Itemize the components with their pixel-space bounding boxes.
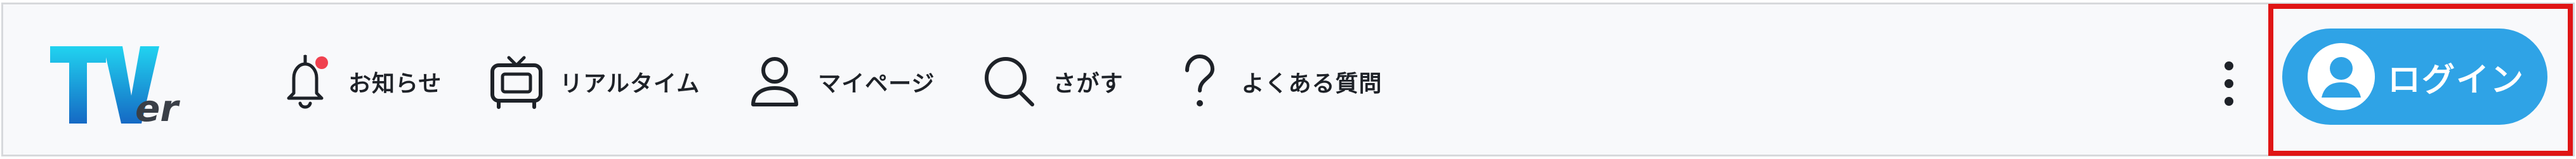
nav-label-faq: よくある質問 bbox=[1241, 71, 1383, 97]
nav-label-realtime: リアルタイム bbox=[560, 71, 700, 97]
main-nav: お知らせ リアルタイム マイページ さがす よくある質問 bbox=[276, 50, 1428, 113]
nav-item-search[interactable]: さがす bbox=[980, 50, 1123, 113]
notification-badge bbox=[315, 56, 328, 69]
tver-logo[interactable]: er bbox=[48, 44, 194, 126]
nav-label-mypage: マイページ bbox=[818, 71, 935, 97]
page: er お知らせ リアルタイム マイページ さがす よくある質問 ログイン bbox=[0, 0, 2576, 159]
bell-icon bbox=[276, 53, 334, 111]
nav-item-notifications[interactable]: お知らせ bbox=[276, 50, 442, 113]
nav-item-mypage[interactable]: マイページ bbox=[746, 50, 935, 113]
question-icon bbox=[1169, 53, 1228, 111]
nav-item-realtime[interactable]: リアルタイム bbox=[487, 50, 700, 113]
svg-text:er: er bbox=[135, 87, 180, 126]
search-icon bbox=[980, 53, 1039, 111]
tv-icon bbox=[487, 53, 546, 111]
login-highlight-box bbox=[2268, 4, 2573, 156]
nav-label-search: さがす bbox=[1053, 71, 1124, 97]
user-icon bbox=[746, 53, 804, 111]
site-header: er お知らせ リアルタイム マイページ さがす よくある質問 bbox=[1, 3, 2575, 156]
nav-item-faq[interactable]: よくある質問 bbox=[1169, 50, 1383, 113]
nav-label-notifications: お知らせ bbox=[348, 71, 442, 97]
more-menu-button[interactable] bbox=[2210, 55, 2248, 112]
more-vertical-icon bbox=[2224, 61, 2233, 106]
